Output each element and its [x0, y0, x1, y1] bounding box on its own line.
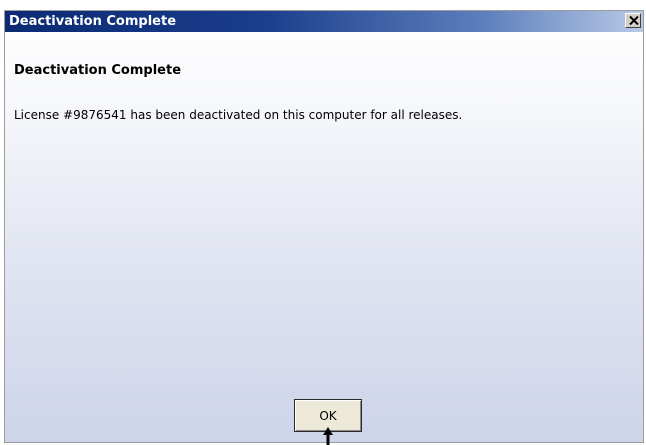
close-icon [629, 16, 639, 25]
deactivation-dialog: Deactivation Complete Deactivation Compl… [4, 10, 644, 443]
dialog-heading: Deactivation Complete [14, 63, 182, 78]
window-title: Deactivation Complete [9, 14, 177, 29]
deactivation-message: License #9876541 has been deactivated on… [14, 108, 463, 122]
close-button[interactable] [625, 13, 641, 28]
mouse-pointer-icon [323, 427, 333, 445]
title-bar[interactable]: Deactivation Complete [5, 11, 643, 32]
